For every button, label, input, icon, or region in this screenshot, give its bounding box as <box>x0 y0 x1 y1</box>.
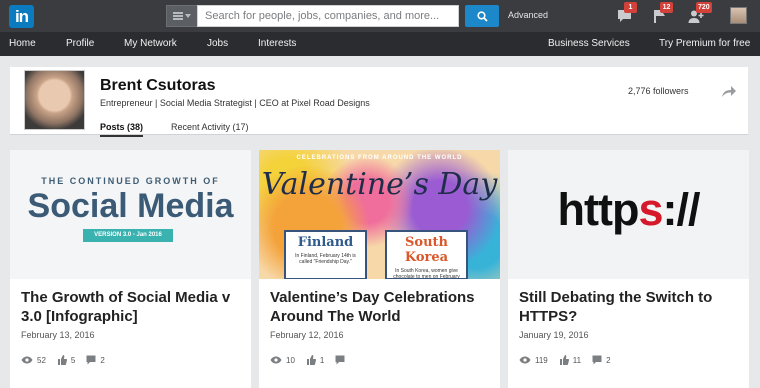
post-image-panel-south-korea: South Korea In South Korea, women give c… <box>385 230 468 279</box>
post-image-caption: CELEBRATIONS FROM AROUND THE WORLD <box>296 155 463 161</box>
advanced-search-link[interactable]: Advanced <box>508 10 548 20</box>
likes-stat[interactable]: 11 <box>559 355 581 365</box>
post-image-headline: Social Media <box>27 187 234 225</box>
search-input[interactable] <box>197 5 459 27</box>
linkedin-logo[interactable]: in <box>9 5 34 28</box>
profile-headline: Entrepreneur | Social Media Strategist |… <box>100 98 370 108</box>
panel-title: South Korea <box>404 235 449 265</box>
menu-icon <box>173 12 183 20</box>
nav-jobs[interactable]: Jobs <box>207 38 228 49</box>
nav-home[interactable]: Home <box>9 38 36 49</box>
views-count: 119 <box>535 355 548 365</box>
post-title[interactable]: Valentine’s Day Celebrations Around The … <box>270 288 492 326</box>
connections-badge: 720 <box>696 2 712 13</box>
post-card[interactable]: THE CONTINUED GROWTH OF Social Media VER… <box>10 150 251 388</box>
headline-part: :// <box>662 184 700 235</box>
comments-stat[interactable]: 2 <box>86 355 105 365</box>
tab-posts[interactable]: Posts (38) <box>100 122 144 137</box>
search-group <box>166 5 459 27</box>
profile-name[interactable]: Brent Csutoras <box>100 77 216 95</box>
comment-icon <box>592 355 602 365</box>
nav-business-services[interactable]: Business Services <box>548 38 630 49</box>
comment-icon <box>335 355 345 365</box>
post-image-caption: THE CONTINUED GROWTH OF <box>41 176 220 186</box>
nav-try-premium[interactable]: Try Premium for free <box>659 38 750 49</box>
share-icon[interactable] <box>721 84 737 98</box>
panel-title: Finland <box>297 235 354 250</box>
post-image[interactable]: THE CONTINUED GROWTH OF Social Media VER… <box>10 150 251 279</box>
likes-stat[interactable]: 1 <box>306 355 324 365</box>
post-image[interactable]: https:// <box>508 150 749 279</box>
views-stat: 10 <box>270 356 295 365</box>
thumbs-up-icon <box>57 355 67 365</box>
messages-button[interactable]: 1 <box>614 2 637 26</box>
likes-stat[interactable]: 5 <box>57 355 75 365</box>
post-stats: 52 5 2 <box>21 355 116 365</box>
profile-header: Brent Csutoras Entrepreneur | Social Med… <box>10 67 748 137</box>
panel-text: In South Korea, women give chocolate to … <box>393 268 460 279</box>
post-stats: 10 1 <box>270 355 360 365</box>
panel-text: In Finland, February 14th is called "Fri… <box>295 253 356 265</box>
profile-photo[interactable] <box>24 70 85 130</box>
post-date: February 13, 2016 <box>21 330 95 340</box>
thumbs-up-icon <box>559 355 569 365</box>
main-nav: Home Profile My Network Jobs Interests B… <box>0 32 760 56</box>
notifications-badge: 12 <box>660 2 673 13</box>
post-image-panel-finland: Finland In Finland, February 14th is cal… <box>284 230 367 279</box>
search-filter-menu[interactable] <box>166 5 197 27</box>
views-count: 52 <box>37 355 46 365</box>
search-icon <box>476 10 488 22</box>
messages-badge: 1 <box>624 2 637 13</box>
headline-part: http <box>557 184 640 235</box>
likes-count: 1 <box>319 355 325 365</box>
top-bar: in Advanced 1 12 720 <box>0 0 760 32</box>
comments-stat[interactable] <box>335 355 349 365</box>
followers-count[interactable]: 2,776 followers <box>628 86 689 96</box>
comments-count: 2 <box>100 355 105 365</box>
connections-button[interactable]: 720 <box>686 2 712 26</box>
nav-my-network[interactable]: My Network <box>124 38 177 49</box>
post-card[interactable]: CELEBRATIONS FROM AROUND THE WORLD Valen… <box>259 150 500 388</box>
views-stat: 119 <box>519 356 548 365</box>
likes-count: 5 <box>70 355 76 365</box>
tab-recent-activity[interactable]: Recent Activity (17) <box>171 122 249 132</box>
comments-stat[interactable]: 2 <box>592 355 611 365</box>
post-date: January 19, 2016 <box>519 330 589 340</box>
likes-count: 11 <box>572 355 582 365</box>
comment-icon <box>86 355 96 365</box>
eye-icon <box>270 356 282 364</box>
notifications-button[interactable]: 12 <box>650 2 673 26</box>
post-card[interactable]: https:// Still Debating the Switch to HT… <box>508 150 749 388</box>
views-stat: 52 <box>21 356 46 365</box>
nav-interests[interactable]: Interests <box>258 38 296 49</box>
post-image-headline: https:// <box>508 184 749 236</box>
post-title[interactable]: Still Debating the Switch to HTTPS? <box>519 288 741 326</box>
post-image-tag: VERSION 3.0 - Jan 2016 <box>83 229 173 242</box>
headline-part-red: s <box>638 184 663 235</box>
post-image[interactable]: CELEBRATIONS FROM AROUND THE WORLD Valen… <box>259 150 500 279</box>
eye-icon <box>21 356 33 364</box>
comments-count: 2 <box>606 355 611 365</box>
eye-icon <box>519 356 531 364</box>
post-title[interactable]: The Growth of Social Media v 3.0 [Infogr… <box>21 288 243 326</box>
search-button[interactable] <box>465 5 499 27</box>
post-image-headline: Valentine’s Day <box>261 167 498 202</box>
account-avatar[interactable] <box>730 7 747 24</box>
thumbs-up-icon <box>306 355 316 365</box>
chevron-down-icon <box>185 14 191 18</box>
views-count: 10 <box>286 355 295 365</box>
post-stats: 119 11 2 <box>519 355 622 365</box>
nav-profile[interactable]: Profile <box>66 38 94 49</box>
post-date: February 12, 2016 <box>270 330 344 340</box>
